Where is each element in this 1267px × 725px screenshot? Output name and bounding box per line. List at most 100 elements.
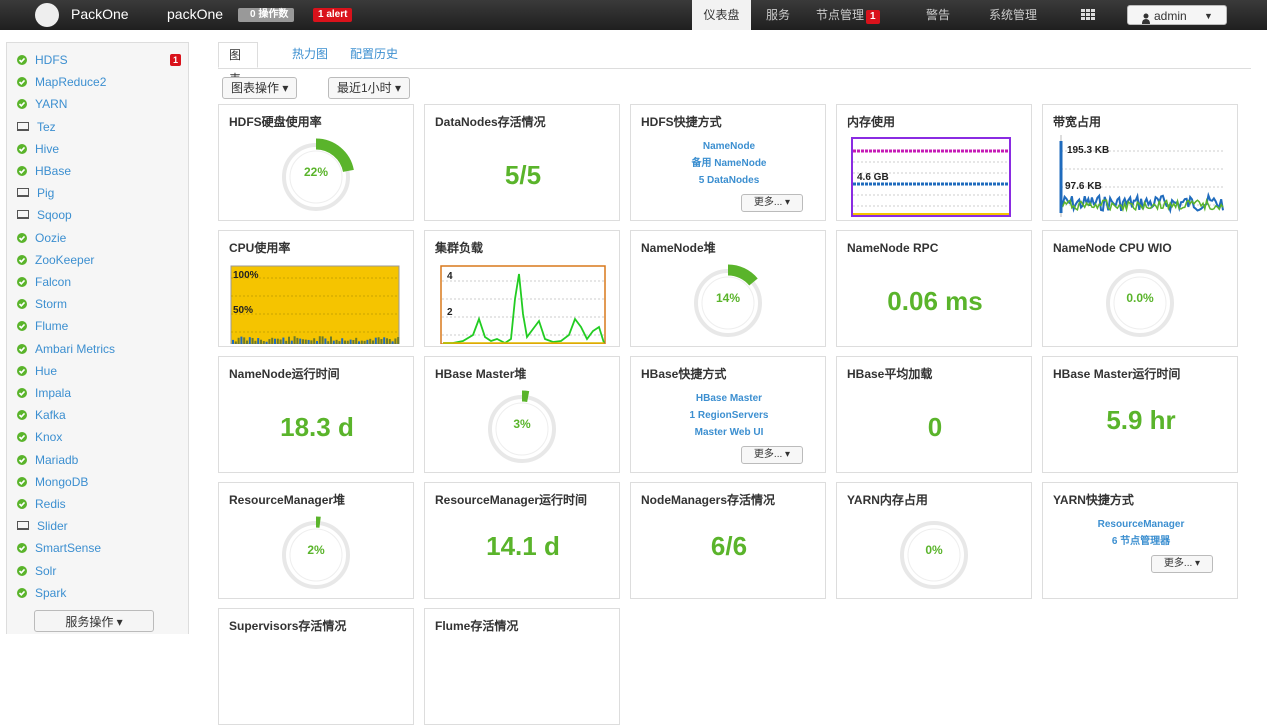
- shortcut-link[interactable]: ResourceManager: [1043, 516, 1239, 533]
- sidebar-item-solr[interactable]: Solr: [17, 562, 187, 580]
- sidebar-item-tez[interactable]: Tez: [17, 118, 187, 136]
- cpu-bar: [369, 338, 372, 344]
- sidebar-item-zookeeper[interactable]: ZooKeeper: [17, 251, 187, 269]
- tab-heatmaps[interactable]: 热力图: [292, 42, 328, 68]
- sidebar-item-mapreduce2[interactable]: MapReduce2: [17, 73, 187, 91]
- sidebar-item-mariadb[interactable]: Mariadb: [17, 451, 187, 469]
- chart-actions-button[interactable]: 图表操作 ▾: [222, 77, 298, 99]
- widget-yarn内存占用[interactable]: YARN内存占用 0%: [836, 482, 1032, 599]
- more-dropdown-button[interactable]: 更多... ▾: [741, 194, 803, 212]
- widget-namenode-rpc[interactable]: NameNode RPC 0.06 ms: [836, 230, 1032, 347]
- widget-nodemanagers存活情况[interactable]: NodeManagers存活情况 6/6: [630, 482, 826, 599]
- status-ok-icon: [17, 587, 27, 598]
- widget-flume存活情况[interactable]: Flume存活情况: [424, 608, 620, 725]
- sidebar-item-pig[interactable]: Pig: [17, 184, 187, 202]
- shortcut-link[interactable]: Master Web UI: [631, 424, 827, 441]
- shortcut-link[interactable]: 6 节点管理器: [1043, 533, 1239, 550]
- sidebar-item-hue[interactable]: Hue: [17, 362, 187, 380]
- cpu-bar: [366, 339, 369, 344]
- service-name: Spark: [35, 585, 67, 600]
- tab-config-history[interactable]: 配置历史: [350, 42, 398, 68]
- sidebar-item-impala[interactable]: Impala: [17, 384, 187, 402]
- sidebar-item-slider[interactable]: Slider: [17, 517, 187, 535]
- nav-admin[interactable]: 系统管理: [989, 0, 1037, 30]
- status-ok-icon: [17, 432, 27, 443]
- axis-label: 4: [447, 271, 453, 282]
- nav-hosts[interactable]: 节点管理 1: [816, 0, 880, 30]
- more-dropdown-button[interactable]: 更多... ▾: [741, 446, 803, 464]
- sidebar-item-sqoop[interactable]: Sqoop: [17, 206, 187, 224]
- cpu-bar: [346, 340, 349, 344]
- status-ok-icon: [17, 365, 27, 376]
- load-chart: 42: [440, 265, 606, 344]
- widget-namenode-cpu-wio[interactable]: NameNode CPU WIO 0.0%: [1042, 230, 1238, 347]
- shortcut-link[interactable]: 备用 NameNode: [631, 155, 827, 172]
- time-range-button[interactable]: 最近1小时 ▾: [328, 77, 411, 99]
- user-menu-button[interactable]: admin ▼: [1127, 5, 1227, 25]
- cpu-bar: [302, 339, 304, 344]
- nav-dashboard[interactable]: 仪表盘: [692, 0, 751, 30]
- widget-hdfs硬盘使用率[interactable]: HDFS硬盘使用率 22%: [218, 104, 414, 221]
- service-name: Mariadb: [35, 452, 79, 467]
- client-laptop-icon: [17, 521, 29, 531]
- cpu-bar: [341, 338, 344, 344]
- brand-name[interactable]: PackOne: [71, 6, 129, 22]
- widget-hbase快捷方式[interactable]: HBase快捷方式 HBase Master 1 RegionServers Mast…: [630, 356, 826, 473]
- widget-namenode运行时间[interactable]: NameNode运行时间 18.3 d: [218, 356, 414, 473]
- status-ok-icon: [17, 565, 27, 576]
- sidebar-item-mongodb[interactable]: MongoDB: [17, 473, 187, 491]
- nav-alerts[interactable]: 警告: [926, 0, 950, 30]
- cpu-bar: [265, 341, 268, 344]
- service-actions-button[interactable]: 服务操作 ▾: [34, 610, 154, 632]
- views-grid-icon[interactable]: [1081, 9, 1095, 21]
- widget-namenode堆[interactable]: NameNode堆 14%: [630, 230, 826, 347]
- sidebar-item-falcon[interactable]: Falcon: [17, 273, 187, 291]
- tab-charts[interactable]: 图表: [218, 42, 258, 86]
- widget-resourcemanager堆[interactable]: ResourceManager堆 2%: [218, 482, 414, 599]
- sidebar-item-storm[interactable]: Storm: [17, 295, 187, 313]
- widget-yarn快捷方式[interactable]: YARN快捷方式 ResourceManager 6 节点管理器 更多... ▾: [1042, 482, 1238, 599]
- status-ok-icon: [17, 277, 27, 287]
- shortcut-link[interactable]: NameNode: [631, 138, 827, 155]
- widget-title: 内存使用: [847, 115, 896, 129]
- sidebar-item-knox[interactable]: Knox: [17, 428, 187, 446]
- status-ok-icon: [17, 476, 27, 487]
- hosts-alert-badge: 1: [866, 10, 880, 24]
- widget-带宽占用[interactable]: 带宽占用 195.3 KB 97.6 KB: [1042, 104, 1238, 221]
- widget-supervisors存活情况[interactable]: Supervisors存活情况: [218, 608, 414, 725]
- sidebar-item-hdfs[interactable]: HDFS 1: [17, 51, 187, 69]
- widget-hbase-master堆[interactable]: HBase Master堆 3%: [424, 356, 620, 473]
- sidebar-item-flume[interactable]: Flume: [17, 317, 187, 335]
- sidebar-item-hive[interactable]: Hive: [17, 140, 187, 158]
- widget-集群负载[interactable]: 集群负载 4 2: [424, 230, 620, 347]
- shortcut-link[interactable]: 1 RegionServers: [631, 407, 827, 424]
- widget-hbase-master运行时间[interactable]: HBase Master运行时间 5.9 hr: [1042, 356, 1238, 473]
- nav-services[interactable]: 服务: [766, 0, 790, 30]
- sidebar-item-ambari-metrics[interactable]: Ambari Metrics: [17, 340, 187, 358]
- widget-hbase平均加载[interactable]: HBase平均加载 0: [836, 356, 1032, 473]
- sidebar-item-smartsense[interactable]: SmartSense: [17, 539, 187, 557]
- sidebar-item-kafka[interactable]: Kafka: [17, 406, 187, 424]
- widget-hdfs快捷方式[interactable]: HDFS快捷方式 NameNode 备用 NameNode 5 DataNodes 更多…: [630, 104, 826, 221]
- shortcut-link[interactable]: 5 DataNodes: [631, 172, 827, 189]
- widget-内存使用[interactable]: 内存使用 4.6 GB: [836, 104, 1032, 221]
- cpu-bar: [276, 338, 279, 344]
- cpu-bar: [288, 336, 290, 344]
- widget-title: 集群负载: [435, 241, 484, 255]
- sidebar-item-redis[interactable]: Redis: [17, 495, 187, 513]
- sidebar-item-oozie[interactable]: Oozie: [17, 229, 187, 247]
- widget-cpu使用率[interactable]: CPU使用率 100% 50%: [218, 230, 414, 347]
- service-name: Knox: [35, 430, 63, 445]
- widget-title: HBase快捷方式: [641, 367, 727, 381]
- widget-datanodes存活情况[interactable]: DataNodes存活情况 5/5: [424, 104, 620, 221]
- sidebar-item-spark[interactable]: Spark: [17, 584, 187, 602]
- shortcut-link[interactable]: HBase Master: [631, 390, 827, 407]
- ops-badge[interactable]: 0 操作数: [238, 8, 295, 22]
- widget-resourcemanager运行时间[interactable]: ResourceManager运行时间 14.1 d: [424, 482, 620, 599]
- cpu-bar: [307, 339, 310, 344]
- sidebar-item-yarn[interactable]: YARN: [17, 95, 187, 113]
- service-name: SmartSense: [35, 541, 102, 556]
- sidebar-item-hbase[interactable]: HBase: [17, 162, 187, 180]
- alert-badge[interactable]: 1 alert: [313, 8, 353, 22]
- more-dropdown-button[interactable]: 更多... ▾: [1151, 555, 1213, 573]
